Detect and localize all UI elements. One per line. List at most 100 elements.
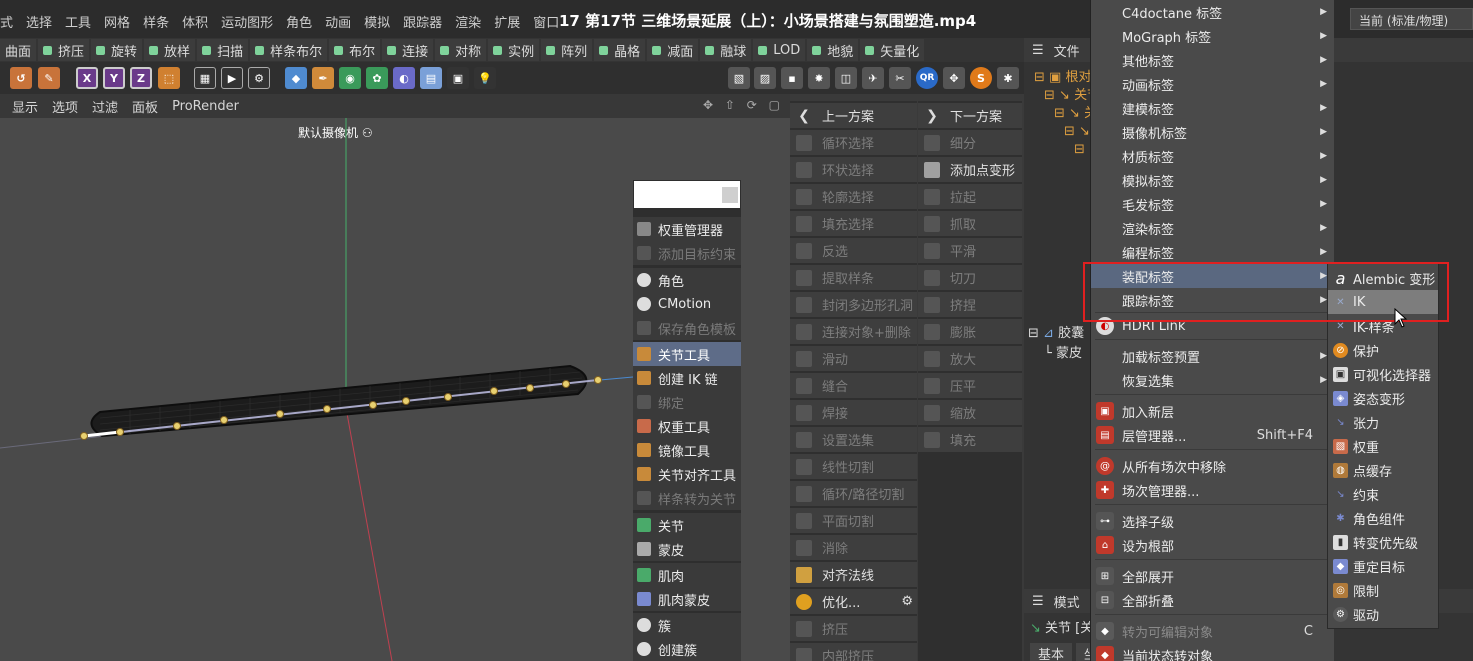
layout-select[interactable]: 当前 (标准/物理) [1350, 8, 1473, 30]
menu-item-tracker[interactable]: 跟踪器 [403, 12, 442, 31]
menu-item[interactable]: 式 [0, 12, 13, 31]
tag-protection[interactable]: ⊘ 保护 [1328, 338, 1438, 362]
subdivision-surface-icon[interactable]: ◉ [339, 67, 361, 89]
lock-y-axis-icon[interactable]: Y [103, 67, 125, 89]
menu-expand-all[interactable]: ⊞ 全部展开 [1091, 564, 1335, 588]
character-item[interactable]: 角色 [633, 268, 741, 292]
extrude-button[interactable]: 挤压 [38, 39, 90, 61]
vectorize-button[interactable]: 矢量化 [860, 39, 925, 61]
slide-item[interactable]: 滑动 [790, 346, 917, 371]
tab-basic[interactable]: 基本 [1030, 643, 1073, 661]
menu-simulation-tags[interactable]: 模拟标签 ▶ [1091, 168, 1335, 192]
loop-path-cut-item[interactable]: 循环/路径切割 [790, 481, 917, 506]
camera-icon[interactable]: ▣ [447, 67, 469, 89]
menu-hair-tags[interactable]: 毛发标签 ▶ [1091, 192, 1335, 216]
tag-weight[interactable]: ▧ 权重 [1328, 434, 1438, 458]
tag-visual-selector[interactable]: ▣ 可视化选择器 [1328, 362, 1438, 386]
outline-selection-item[interactable]: 轮廓选择 [790, 184, 917, 209]
menu-item-tools[interactable]: 工具 [65, 12, 91, 31]
bind-item[interactable]: 绑定 [633, 390, 741, 414]
floor-icon[interactable]: ▤ [420, 67, 442, 89]
menu-load-tag-preset[interactable]: 加载标签预置 ▶ [1091, 344, 1335, 368]
hamburger-icon[interactable]: ☰ [1032, 43, 1044, 58]
tag-tension[interactable]: ↘ 张力 [1328, 410, 1438, 434]
viewport-menu-options[interactable]: 选项 [52, 97, 78, 116]
lock-x-axis-icon[interactable]: X [76, 67, 98, 89]
joint-tool-item[interactable]: 关节工具 [633, 342, 741, 366]
cluster-item[interactable]: 簇 [633, 613, 741, 637]
array-button[interactable]: 阵列 [541, 39, 593, 61]
erase-item[interactable]: 缩放 [918, 400, 1022, 425]
plugin-icon-7[interactable]: ✥ [943, 67, 965, 89]
symmetry-button[interactable]: 对称 [435, 39, 487, 61]
menu-other-tags[interactable]: 其他标签 ▶ [1091, 48, 1335, 72]
tag-retarget[interactable]: ◆ 重定目标 [1328, 554, 1438, 578]
menu-take-manager[interactable]: ✚ 场次管理器... [1091, 478, 1335, 502]
coordinate-system-icon[interactable]: ⬚ [158, 67, 180, 89]
tag-priority-shift[interactable]: ▮ 转变优先级 [1328, 530, 1438, 554]
menu-item-spline[interactable]: 样条 [143, 12, 169, 31]
viewport-menu-filter[interactable]: 过滤 [92, 97, 118, 116]
connect-objects-delete-item[interactable]: 连接对象+删除 [790, 319, 917, 344]
menu-item-mesh[interactable]: 网格 [104, 12, 130, 31]
smooth-item[interactable]: 平滑 [918, 238, 1022, 263]
tag-point-cache[interactable]: ◍ 点缓存 [1328, 458, 1438, 482]
tag-constraint[interactable]: ↘ 约束 [1328, 482, 1438, 506]
deformer-icon[interactable]: ◐ [393, 67, 415, 89]
landscape-button[interactable]: 地貌 [807, 39, 859, 61]
atom-array-button[interactable]: 晶格 [594, 39, 646, 61]
s-plugin-icon[interactable]: S [970, 67, 992, 89]
menu-current-state-to-object[interactable]: ◆ 当前状态转对象 [1091, 643, 1335, 661]
menu-layer-manager[interactable]: ▤ 层管理器... Shift+F4 [1091, 423, 1335, 447]
extract-spline-item[interactable]: 提取样条 [790, 265, 917, 290]
create-ik-chain-item[interactable]: 创建 IK 链 [633, 366, 741, 390]
fill-item[interactable]: 填充 [918, 427, 1022, 452]
ring-selection-item[interactable]: 环状选择 [790, 157, 917, 182]
stitch-item[interactable]: 缝合 [790, 373, 917, 398]
add-aim-constraint-item[interactable]: 添加目标约束 [633, 241, 741, 265]
next-scheme-item[interactable]: ❯ 下一方案 [918, 103, 1022, 128]
connect-button[interactable]: 连接 [382, 39, 434, 61]
grab-item[interactable]: 抓取 [918, 211, 1022, 236]
palette-search-field[interactable] [634, 181, 740, 208]
menu-item-extensions[interactable]: 扩展 [494, 12, 520, 31]
menu-programming-tags[interactable]: 编程标签 ▶ [1091, 240, 1335, 264]
menu-set-as-root[interactable]: ⌂ 设为根部 [1091, 533, 1335, 557]
menu-select-children[interactable]: ⊶ 选择子级 [1091, 509, 1335, 533]
pinch-item[interactable]: 挤捏 [918, 292, 1022, 317]
menu-item-volume[interactable]: 体积 [182, 12, 208, 31]
tree-row-capsule[interactable]: ⊟ ⊿ 胶囊 [1028, 322, 1084, 341]
dissolve-item[interactable]: 消除 [790, 535, 917, 560]
plugin-icon-2[interactable]: ▨ [754, 67, 776, 89]
amplify-item[interactable]: 放大 [918, 346, 1022, 371]
light-icon[interactable]: 💡 [474, 67, 496, 89]
muscle-skin-item[interactable]: 肌肉蒙皮 [633, 587, 741, 611]
menu-modeling-tags[interactable]: 建模标签 ▶ [1091, 96, 1335, 120]
muscle-item[interactable]: 肌肉 [633, 563, 741, 587]
tag-limit[interactable]: ◎ 限制 [1328, 578, 1438, 602]
file-menu[interactable]: 文件 [1054, 41, 1080, 60]
render-view-icon[interactable]: ▦ [194, 67, 216, 89]
loop-selection-item[interactable]: 循环选择 [790, 130, 917, 155]
save-icon[interactable]: ▪ [781, 67, 803, 89]
menu-restore-selection[interactable]: 恢复选集 ▶ [1091, 368, 1335, 392]
lod-button[interactable]: LOD [753, 39, 806, 61]
sweep-button[interactable]: 扫描 [197, 39, 249, 61]
plugin-icon-5[interactable]: ✈ [862, 67, 884, 89]
weld-item[interactable]: 焊接 [790, 400, 917, 425]
plugin-icon-4[interactable]: ◫ [835, 67, 857, 89]
qr-icon[interactable]: QR [916, 67, 938, 89]
menu-item-window[interactable]: 窗口 [533, 12, 559, 31]
boolean-button[interactable]: 布尔 [329, 39, 381, 61]
weight-manager-item[interactable]: 权重管理器 [633, 217, 741, 241]
line-cut-item[interactable]: 线性切割 [790, 454, 917, 479]
spline-to-joint-item[interactable]: 样条转为关节 [633, 486, 741, 510]
menu-item-simulate[interactable]: 模拟 [364, 12, 390, 31]
joint-item[interactable]: 关节 [633, 513, 741, 537]
extrude-item[interactable]: 挤压 [790, 616, 917, 641]
plane-cut-item[interactable]: 平面切割 [790, 508, 917, 533]
menu-c4doctane-tags[interactable]: C4doctane 标签 ▶ [1091, 0, 1335, 24]
cloner-icon[interactable]: ✿ [366, 67, 388, 89]
flatten-item[interactable]: 压平 [918, 373, 1022, 398]
nurbs-button[interactable]: 曲面 [0, 39, 37, 61]
